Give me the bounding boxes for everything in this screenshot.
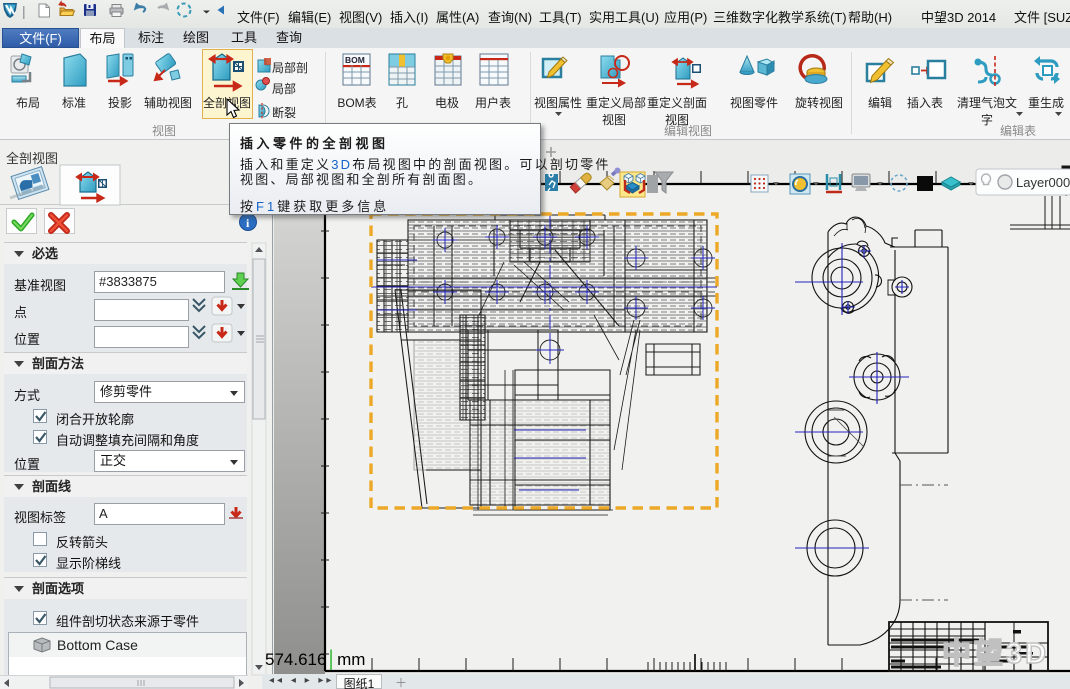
svg-text:BOM: BOM (345, 55, 365, 65)
svg-text:中望3D: 中望3D (942, 637, 1049, 670)
svg-text:Layer0000: Layer0000 (1016, 175, 1070, 190)
